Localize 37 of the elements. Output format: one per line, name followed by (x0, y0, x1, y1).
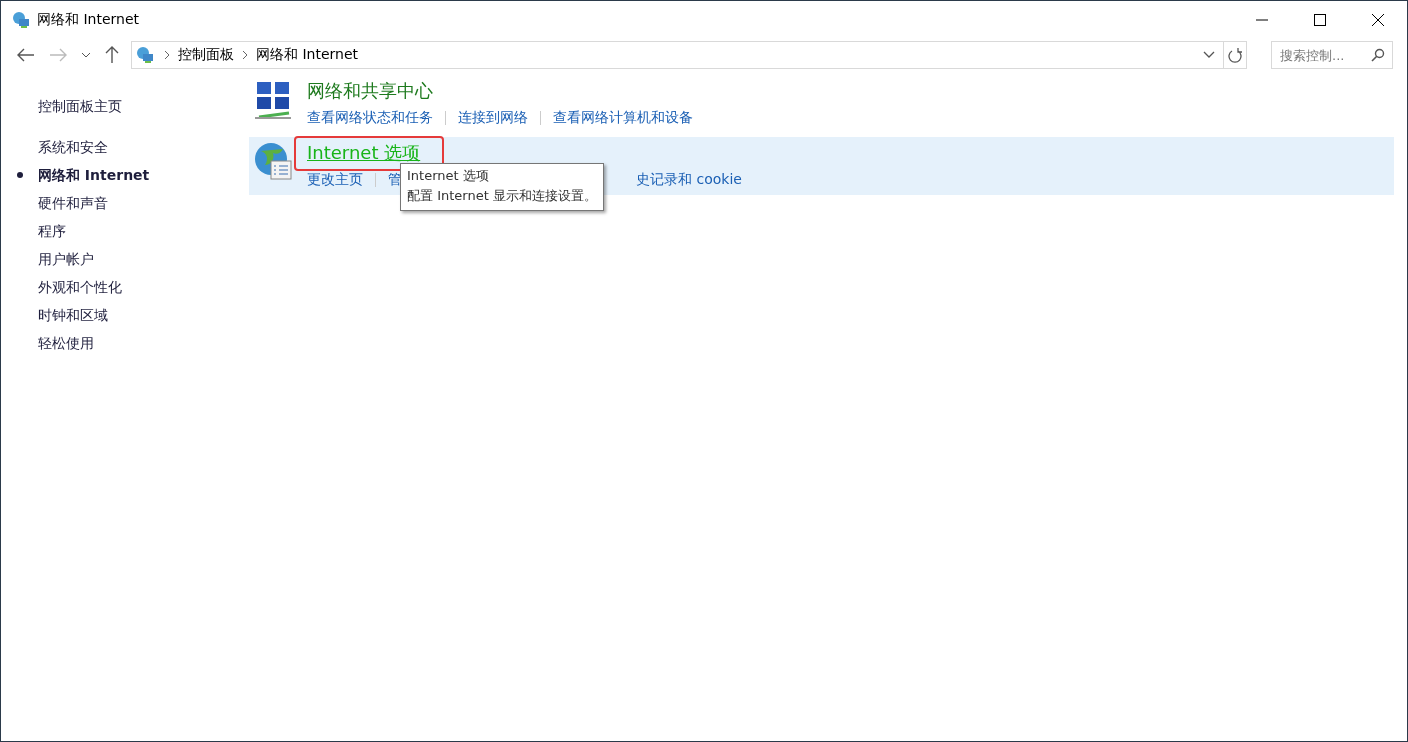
task-link[interactable]: 史记录和 cookie (636, 171, 742, 189)
close-icon (1372, 14, 1384, 26)
dropdown-icon[interactable] (81, 52, 91, 58)
chevron-icon (164, 50, 170, 60)
network-computers-icon (253, 79, 293, 121)
back-icon[interactable] (17, 48, 35, 62)
refresh-icon (1228, 47, 1242, 63)
sidebar-item[interactable]: 外观和个性化 (17, 277, 122, 305)
sidebar-item[interactable]: 用户帐户 (17, 249, 94, 277)
search-field[interactable]: 搜索控制... (1271, 41, 1393, 69)
address-bar[interactable]: 控制面板 网络和 Internet (131, 41, 1224, 69)
sidebar-link[interactable]: 控制面板主页 (38, 98, 122, 118)
network-icon (134, 45, 156, 65)
sidebar-item[interactable]: 程序 (17, 221, 66, 249)
sidebar-item[interactable]: 硬件和声音 (17, 193, 108, 221)
window-title: 网络和 Internet (37, 11, 140, 29)
task-link[interactable]: 更改主页 (307, 171, 363, 189)
chevron-icon (242, 50, 248, 60)
network-icon (11, 10, 31, 30)
task-link[interactable]: 连接到网络 (458, 109, 528, 127)
breadcrumb-item[interactable]: 控制面板 (178, 46, 234, 64)
refresh-button[interactable] (1223, 41, 1247, 69)
task-link[interactable]: 查看网络计算机和设备 (553, 109, 693, 127)
breadcrumb-item[interactable]: 网络和 Internet (256, 46, 359, 64)
sidebar-item[interactable]: 轻松使用 (17, 333, 94, 361)
sidebar-item[interactable]: 网络和 Internet (17, 165, 150, 193)
task-link[interactable]: 查看网络状态和任务 (307, 109, 433, 127)
search-icon (1371, 48, 1385, 62)
sidebar-item[interactable]: 系统和安全 (17, 137, 108, 165)
globe-checklist-icon (253, 141, 293, 183)
tooltip-text: 配置 Internet 显示和连接设置。 (407, 187, 597, 205)
up-icon[interactable] (105, 46, 119, 64)
maximize-icon (1314, 14, 1326, 26)
category-title-link[interactable]: 网络和共享中心 (307, 80, 433, 101)
tooltip-title: Internet 选项 (407, 167, 490, 185)
dropdown-icon[interactable] (1203, 51, 1215, 59)
sidebar-item[interactable]: 时钟和区域 (17, 305, 108, 333)
